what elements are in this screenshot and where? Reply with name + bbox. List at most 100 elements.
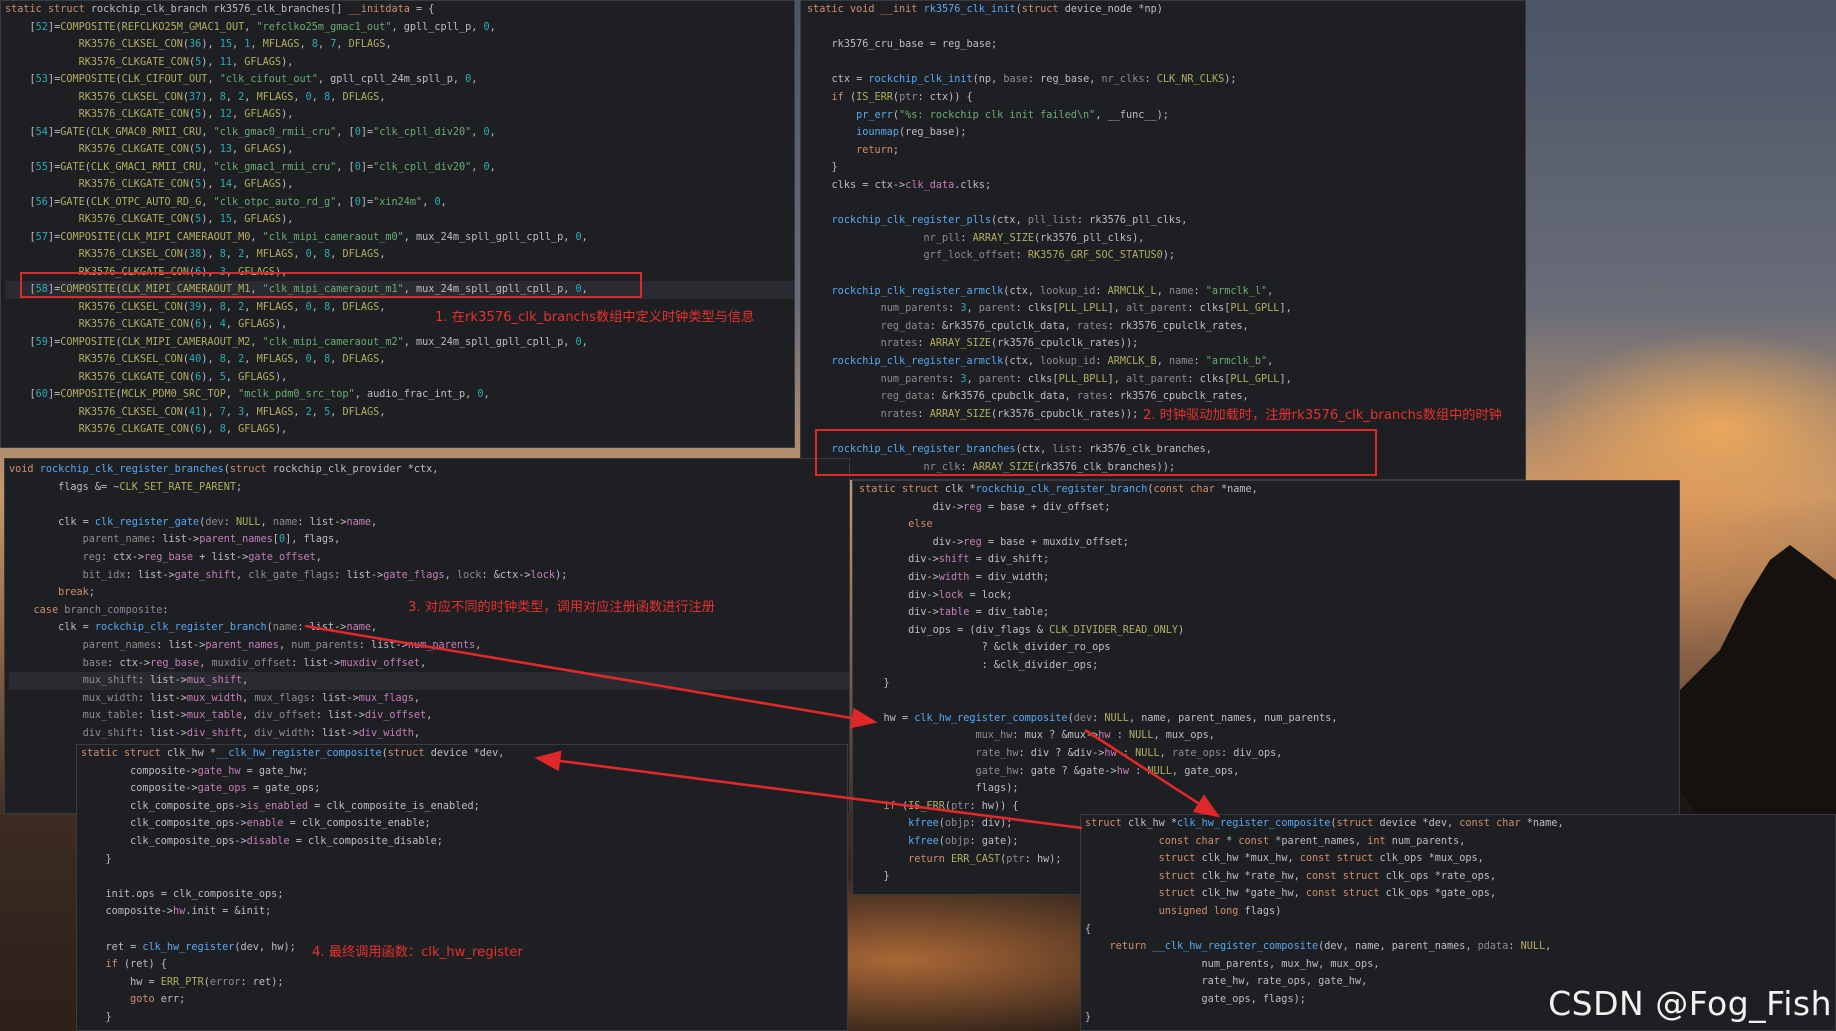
code-line: rk3576_cru_base = reg_base; (831, 39, 998, 51)
code-line: struct clk_hw *mux_hw, const struct clk_… (1158, 853, 1484, 865)
code-line: : &clk_divider_ops; (859, 660, 1099, 671)
code-line: flags &= ~CLK_SET_RATE_PARENT; (58, 481, 243, 493)
code-line: } (859, 677, 890, 689)
code-line: RK3576_CLKSEL_CON(41), 7, 3, MFLAGS, 2, … (78, 406, 386, 418)
code-line: composite->gate_ops = gate_ops; (130, 783, 321, 795)
code-line: struct clk_hw *rate_hw, const struct clk… (1158, 870, 1497, 882)
code-line: mux_shift: list->mux_shift, (9, 672, 849, 690)
highlight-box-register-branches-call (815, 429, 1377, 476)
code-line: nrates: ARRAY_SIZE(rk3576_cpulclk_rates)… (880, 338, 1139, 350)
annotation-step-2: 2. 时钟驱动加载时，注册rk3576_clk_branchs数组中的时钟 (1143, 408, 1502, 423)
code-line: ? &clk_divider_ro_ops (859, 642, 1111, 654)
code-line: div->width = div_width; (908, 572, 1050, 583)
code-line: bit_idx: list->gate_shift, clk_gate_flag… (82, 569, 568, 581)
code-line: parent_name: list->parent_names[0], flag… (82, 534, 341, 546)
code-line: num_parents: 3, parent: clks[PLL_LPLL], … (880, 303, 1292, 315)
code-line: reg: ctx->reg_base + list->gate_offset, (82, 552, 322, 563)
code-line: [52]=COMPOSITE(REFCLKO25M_GMAC1_OUT, "re… (5, 21, 496, 33)
csdn-watermark: CSDN @Fog_Fish (1548, 984, 1832, 1023)
code-line: reg_data: &rk3576_cpulclk_data, rates: r… (880, 320, 1249, 332)
code-line: parent_names: list->parent_names, num_pa… (82, 640, 482, 651)
code-line: [60]=COMPOSITE(MCLK_PDM0_SRC_TOP, "mclk_… (5, 389, 490, 400)
code-line: [54]=GATE(CLK_GMAC0_RMII_CRU, "clk_gmac0… (5, 126, 496, 138)
code-line: num_parents, mux_hw, mux_ops, (1201, 958, 1380, 970)
code-line: static struct rockchip_clk_branch rk3576… (5, 4, 435, 15)
annotation-step-4: 4. 最终调用函数：clk_hw_register (312, 945, 523, 960)
code-line: { (1085, 923, 1092, 935)
code-line: rockchip_clk_register_plls(ctx, pll_list… (831, 215, 1188, 227)
code-line: clks = ctx->clk_data.clks; (831, 180, 992, 191)
editor-panel-clk-branches: static struct rockchip_clk_branch rk3576… (0, 0, 795, 448)
code-line: [53]=COMPOSITE(CLK_CIFOUT_OUT, "clk_cifo… (5, 74, 478, 85)
code-line: static void __init rk3576_clk_init(struc… (807, 4, 1163, 15)
code-line: RK3576_CLKGATE_CON(5), 15, GFLAGS), (78, 214, 294, 225)
code-line: RK3576_CLKGATE_CON(5), 14, GFLAGS), (78, 179, 294, 190)
code-line: static struct clk *rockchip_clk_register… (859, 484, 1258, 495)
code-line: grf_lock_offset: RK3576_GRF_SOC_STATUS0)… (923, 250, 1176, 262)
code-line: div->table = div_table; (908, 607, 1050, 619)
code-line: clk = clk_register_gate(dev: NULL, name:… (58, 516, 378, 528)
code-line: composite->gate_hw = gate_hw; (130, 765, 308, 777)
code-line: init.ops = clk_composite_ops; (105, 888, 284, 900)
code-line: rate_hw: div ? &div->hw : NULL, rate_ops… (975, 748, 1283, 759)
code-line: RK3576_CLKSEL_CON(36), 15, 1, MFLAGS, 8,… (78, 39, 392, 50)
code-line: flags); (975, 783, 1019, 795)
code-line: pr_err("%s: rockchip clk init failed\n",… (856, 109, 1169, 121)
code-line: nr_pll: ARRAY_SIZE(rk3576_pll_clks), (923, 232, 1145, 244)
code-line: RK3576_CLKSEL_CON(40), 8, 2, MFLAGS, 0, … (78, 354, 386, 365)
code-line: RK3576_CLKGATE_CON(5), 12, GFLAGS), (78, 109, 294, 120)
code-line: clk_composite_ops->disable = clk_composi… (130, 836, 443, 847)
code-line: mux_width: list->mux_width, mux_flags: l… (82, 692, 421, 704)
code-line: div->lock = lock; (908, 589, 1013, 601)
code-line: iounmap(reg_base); (856, 127, 967, 139)
code-line: RK3576_CLKSEL_CON(37), 8, 2, MFLAGS, 0, … (78, 91, 386, 103)
code-line: num_parents: 3, parent: clks[PLL_BPLL], … (880, 373, 1292, 385)
code-line: rockchip_clk_register_armclk(ctx, lookup… (831, 285, 1274, 297)
code-line: [59]=COMPOSITE(CLK_MIPI_CAMERAOUT_M2, "c… (5, 336, 588, 348)
code-line: [55]=GATE(CLK_GMAC1_RMII_CRU, "clk_gmac1… (5, 161, 496, 173)
code-line: void rockchip_clk_register_branches(stru… (9, 464, 439, 475)
code-line: RK3576_CLKGATE_CON(6), 8, GFLAGS), (78, 424, 288, 435)
annotation-step-3: 3. 对应不同的时钟类型，调用对应注册函数进行注册 (408, 600, 715, 615)
code-line: div->reg = base + muxdiv_offset; (932, 536, 1129, 548)
code-line: } (81, 1012, 112, 1023)
code-line: unsigned long flags) (1158, 906, 1282, 917)
code-line: clk = rockchip_clk_register_branch(name:… (58, 622, 378, 634)
code-line: struct clk_hw *gate_hw, const struct clk… (1158, 888, 1497, 900)
code-line: div_ops = (div_flags & CLK_DIVIDER_READ_… (908, 624, 1185, 636)
code-line: div_shift: list->div_shift, div_width: l… (82, 728, 421, 739)
code-line: gate_hw: gate ? &gate->hw : NULL, gate_o… (975, 765, 1240, 777)
code-line: mux_table: list->mux_table, div_offset: … (82, 710, 433, 722)
code-line: composite->hw.init = &init; (105, 906, 272, 918)
code-line: div->reg = base + div_offset; (932, 501, 1111, 513)
code-line: goto err; (130, 994, 186, 1006)
code-line: static struct clk_hw *__clk_hw_register_… (81, 748, 505, 759)
code-line: [56]=GATE(CLK_OTPC_AUTO_RD_G, "clk_otpc_… (5, 196, 447, 208)
code-line: mux_hw: mux ? &mux->hw : NULL, mux_ops, (975, 730, 1215, 742)
code-line: RK3576_CLKSEL_CON(38), 8, 2, MFLAGS, 0, … (78, 249, 386, 260)
code-line: div->shift = div_shift; (908, 554, 1050, 566)
code-line: [57]=COMPOSITE(CLK_MIPI_CAMERAOUT_M0, "c… (5, 231, 588, 243)
code-line: RK3576_CLKGATE_CON(5), 13, GFLAGS), (78, 144, 294, 155)
editor-panel-hw-register-composite-internal: static struct clk_hw *__clk_hw_register_… (76, 744, 848, 1031)
code-line: base: ctx->reg_base, muxdiv_offset: list… (82, 657, 427, 669)
code-line: clk_composite_ops->is_enabled = clk_comp… (130, 800, 480, 812)
code-line: const char * const *parent_names, int nu… (1158, 835, 1466, 847)
code-line: else (908, 519, 933, 531)
code-line: return; (856, 144, 900, 156)
code-line: hw = clk_hw_register_composite(dev: NULL… (883, 712, 1338, 724)
code-line: if (IS_ERR(ptr: hw)) { (883, 800, 1019, 812)
code-line: RK3576_CLKGATE_CON(5), 11, GFLAGS), (78, 56, 294, 68)
code-line: } (807, 162, 838, 174)
code-line: ctx = rockchip_clk_init(np, base: reg_ba… (831, 74, 1237, 86)
code-line: hw = ERR_PTR(error: ret); (130, 976, 284, 988)
code-line: return __clk_hw_register_composite(dev, … (1109, 941, 1552, 953)
code-line: if (IS_ERR(ptr: ctx)) { (831, 92, 973, 103)
